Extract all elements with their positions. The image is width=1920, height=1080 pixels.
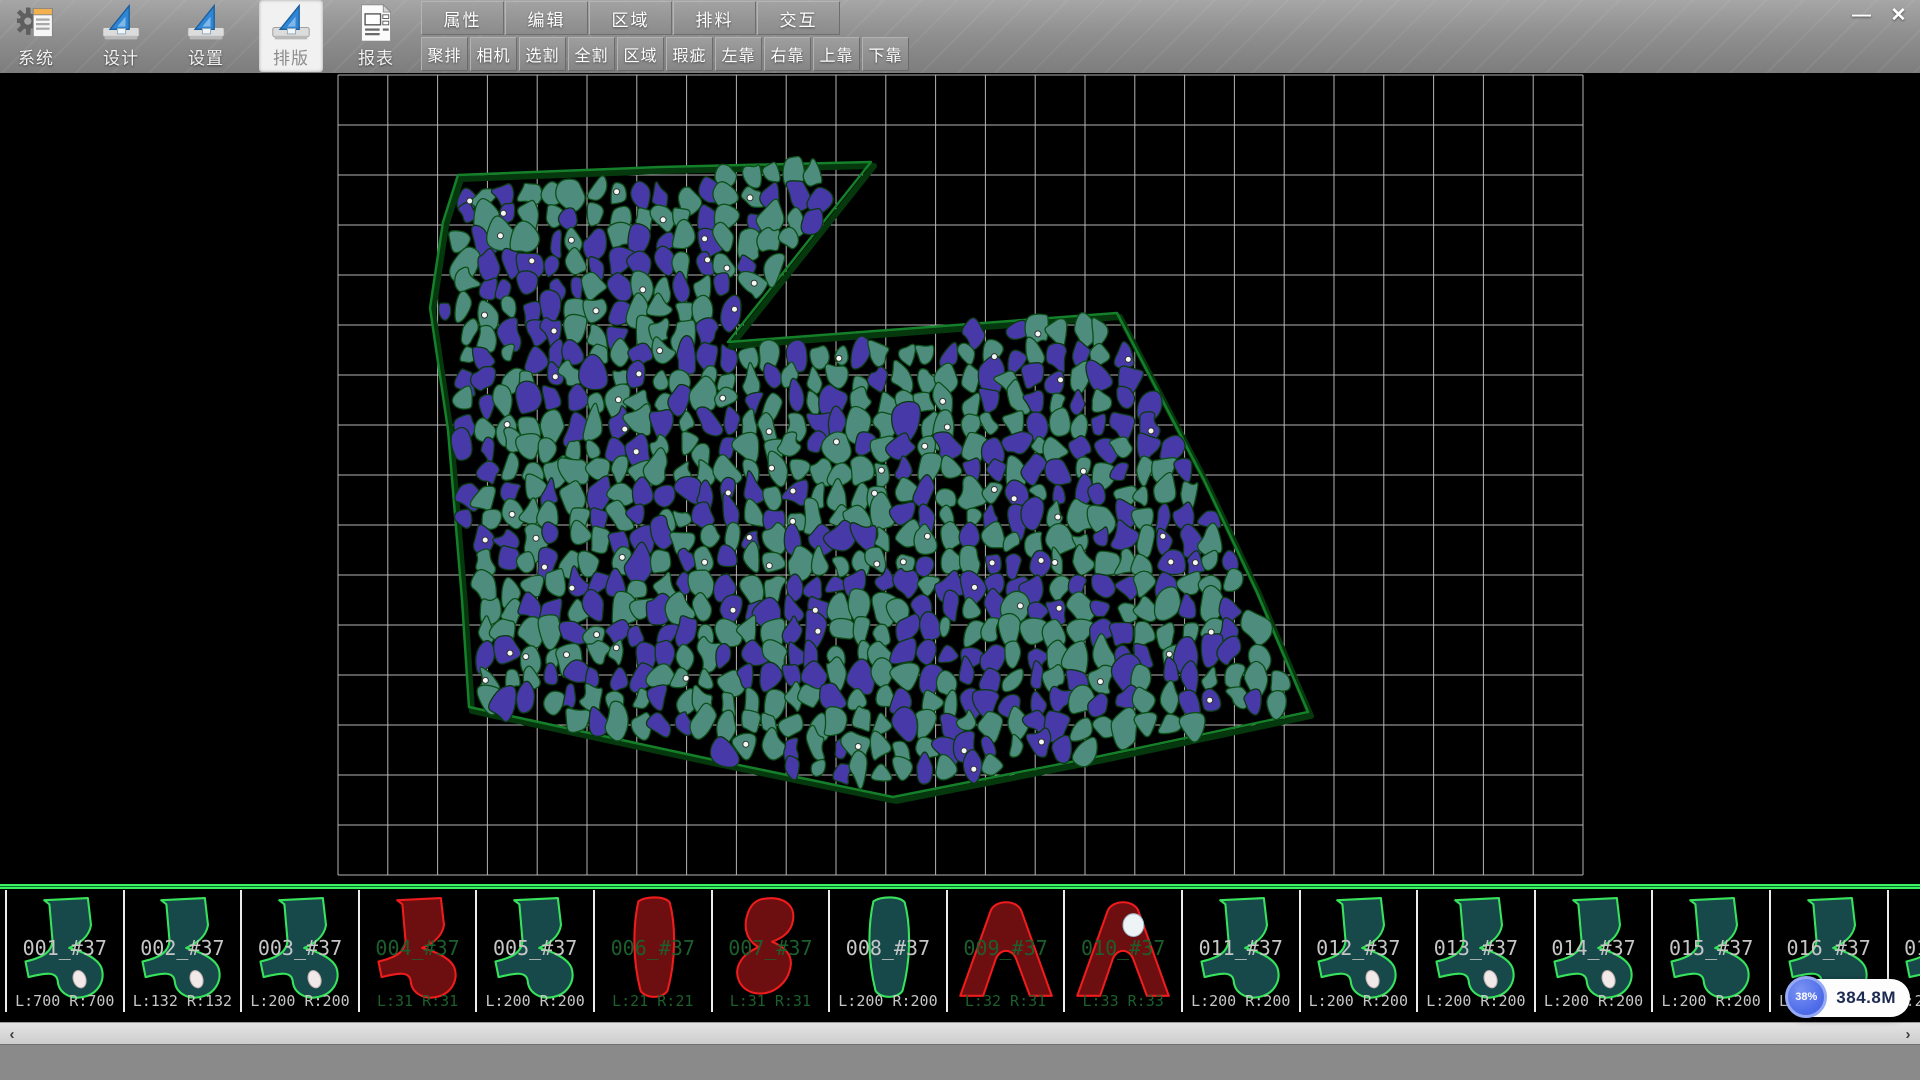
piece-counts: L:200 R:200 <box>477 992 593 1010</box>
memory-progress-badge: 38% 384.8M <box>1786 979 1910 1017</box>
piece-counts: L:31 R:31 <box>360 992 476 1010</box>
tool-button-6[interactable]: 瑕疵 <box>666 37 713 71</box>
piece-thumbnail-005_#37[interactable]: 005_#37 L:200 R:200 <box>477 890 595 1012</box>
main-button-label: 设计 <box>103 44 139 69</box>
piece-thumbnail-006_#37[interactable]: 006_#37 L:21 R:21 <box>595 890 713 1012</box>
minimize-button[interactable]: — <box>1846 2 1877 29</box>
menu-item-1[interactable]: 属性 <box>421 1 504 35</box>
menu-item-4[interactable]: 排料 <box>673 1 756 35</box>
piece-name: 006_#37 <box>595 936 711 960</box>
piece-thumbnail-013_#37[interactable]: 013_#37 L:200 R:200 <box>1418 890 1536 1012</box>
piece-name: 011_#37 <box>1183 936 1299 960</box>
main-button-design[interactable]: 设计 <box>89 0 153 72</box>
status-bar <box>0 1044 1920 1080</box>
close-button[interactable]: ✕ <box>1883 2 1914 29</box>
main-button-label: 设置 <box>188 44 224 69</box>
main-button-label: 报表 <box>358 44 394 69</box>
window-controls: — ✕ <box>1846 2 1914 29</box>
menu-bar: 属性编辑区域排料交互 <box>421 1 841 36</box>
piece-thumbnail-003_#37[interactable]: 003_#37 L:200 R:200 <box>242 890 360 1012</box>
piece-counts: L:200 R:200 <box>1183 992 1299 1010</box>
piece-thumbnail-002_#37[interactable]: 002_#37 L:132 R:132 <box>125 890 243 1012</box>
ruler-icon <box>183 3 229 43</box>
piece-name: 007_#37 <box>713 936 829 960</box>
progress-percent-badge: 38% <box>1785 976 1827 1018</box>
horizontal-scrollbar[interactable]: ‹ › <box>0 1022 1920 1044</box>
piece-name: 017_#37 <box>1889 936 1920 960</box>
piece-name: 009_#37 <box>948 936 1064 960</box>
piece-name: 002_#37 <box>125 936 241 960</box>
ruler-icon <box>268 3 314 43</box>
piece-thumbnail-strip: 001_#37L:700 R:700002_#37L:132 R:132003_… <box>0 884 1920 1022</box>
piece-counts: L:33 R:33 <box>1065 992 1181 1010</box>
menu-item-3[interactable]: 区域 <box>589 1 672 35</box>
piece-thumbnail-001_#37[interactable]: 001_#37 L:700 R:700 <box>5 890 125 1012</box>
piece-name: 014_#37 <box>1536 936 1652 960</box>
gear-doc-icon <box>13 3 59 43</box>
piece-name: 012_#37 <box>1301 936 1417 960</box>
ruler-icon <box>98 3 144 43</box>
piece-counts: L:200 R:200 <box>1536 992 1652 1010</box>
piece-thumbnail-011_#37[interactable]: 011_#37 L:200 R:200 <box>1183 890 1301 1012</box>
piece-counts: L:200 R:200 <box>830 992 946 1010</box>
piece-thumbnail-008_#37[interactable]: 008_#37 L:200 R:200 <box>830 890 948 1012</box>
piece-thumbnail-015_#37[interactable]: 015_#37 L:200 R:200 <box>1653 890 1771 1012</box>
main-button-label: 系统 <box>18 44 54 69</box>
piece-counts: L:32 R:31 <box>948 992 1064 1010</box>
tool-button-8[interactable]: 右靠 <box>764 37 811 71</box>
report-icon <box>353 3 399 43</box>
piece-name: 003_#37 <box>242 936 358 960</box>
tool-button-10[interactable]: 下靠 <box>862 37 909 71</box>
main-button-setup[interactable]: 设置 <box>174 0 238 72</box>
piece-name: 008_#37 <box>830 936 946 960</box>
nesting-canvas[interactable] <box>0 73 1920 884</box>
piece-thumbnail-010_#37[interactable]: 010_#37 L:33 R:33 <box>1065 890 1183 1012</box>
app-window: 系统 设计 设置 排版 报表 属性编辑区域排料交互 聚排相机选割全割区域瑕疵左靠右靠上靠… <box>0 0 1920 1080</box>
piece-name: 015_#37 <box>1653 936 1769 960</box>
piece-counts: L:700 R:700 <box>7 992 123 1010</box>
piece-name: 013_#37 <box>1418 936 1534 960</box>
piece-counts: L:21 R:21 <box>595 992 711 1010</box>
main-toolbar-buttons: 系统 设计 设置 排版 报表 <box>4 0 408 72</box>
piece-thumbnail-007_#37[interactable]: 007_#37 L:31 R:31 <box>713 890 831 1012</box>
nesting-canvas-area[interactable] <box>0 73 1920 884</box>
tool-bar: 聚排相机选割全割区域瑕疵左靠右靠上靠下靠 <box>421 37 911 72</box>
piece-name: 005_#37 <box>477 936 593 960</box>
piece-name: 010_#37 <box>1065 936 1181 960</box>
tool-button-2[interactable]: 相机 <box>470 37 517 71</box>
main-button-nesting[interactable]: 排版 <box>259 0 323 72</box>
piece-name: 001_#37 <box>7 936 123 960</box>
piece-counts: L:31 R:31 <box>713 992 829 1010</box>
piece-counts: L:200 R:200 <box>1418 992 1534 1010</box>
main-button-system[interactable]: 系统 <box>4 0 68 72</box>
memory-size-label: 384.8M <box>1836 988 1896 1008</box>
menu-item-2[interactable]: 编辑 <box>505 1 588 35</box>
piece-counts: L:200 R:200 <box>242 992 358 1010</box>
tool-button-1[interactable]: 聚排 <box>421 37 468 71</box>
piece-counts: L:200 R:200 <box>1301 992 1417 1010</box>
main-button-report[interactable]: 报表 <box>344 0 408 72</box>
tool-button-9[interactable]: 上靠 <box>813 37 860 71</box>
scroll-left-icon[interactable]: ‹ <box>0 1023 24 1045</box>
menu-item-5[interactable]: 交互 <box>757 1 840 35</box>
piece-counts: L:200 R:200 <box>1653 992 1769 1010</box>
piece-thumbnail-004_#37[interactable]: 004_#37 L:31 R:31 <box>360 890 478 1012</box>
piece-thumbnail-014_#37[interactable]: 014_#37 L:200 R:200 <box>1536 890 1654 1012</box>
tool-button-5[interactable]: 区域 <box>617 37 664 71</box>
thumbnail-cells: 001_#37L:700 R:700002_#37L:132 R:132003_… <box>0 890 1920 1012</box>
tool-button-7[interactable]: 左靠 <box>715 37 762 71</box>
tool-button-3[interactable]: 选割 <box>519 37 566 71</box>
tool-button-4[interactable]: 全割 <box>568 37 615 71</box>
scroll-right-icon[interactable]: › <box>1896 1023 1920 1045</box>
piece-thumbnail-009_#37[interactable]: 009_#37 L:32 R:31 <box>948 890 1066 1012</box>
piece-name: 016_#37 <box>1771 936 1887 960</box>
main-button-label: 排版 <box>273 44 309 69</box>
piece-name: 004_#37 <box>360 936 476 960</box>
piece-counts: L:132 R:132 <box>125 992 241 1010</box>
toolbar: 系统 设计 设置 排版 报表 属性编辑区域排料交互 聚排相机选割全割区域瑕疵左靠右靠上靠… <box>0 0 1920 74</box>
piece-thumbnail-012_#37[interactable]: 012_#37 L:200 R:200 <box>1301 890 1419 1012</box>
